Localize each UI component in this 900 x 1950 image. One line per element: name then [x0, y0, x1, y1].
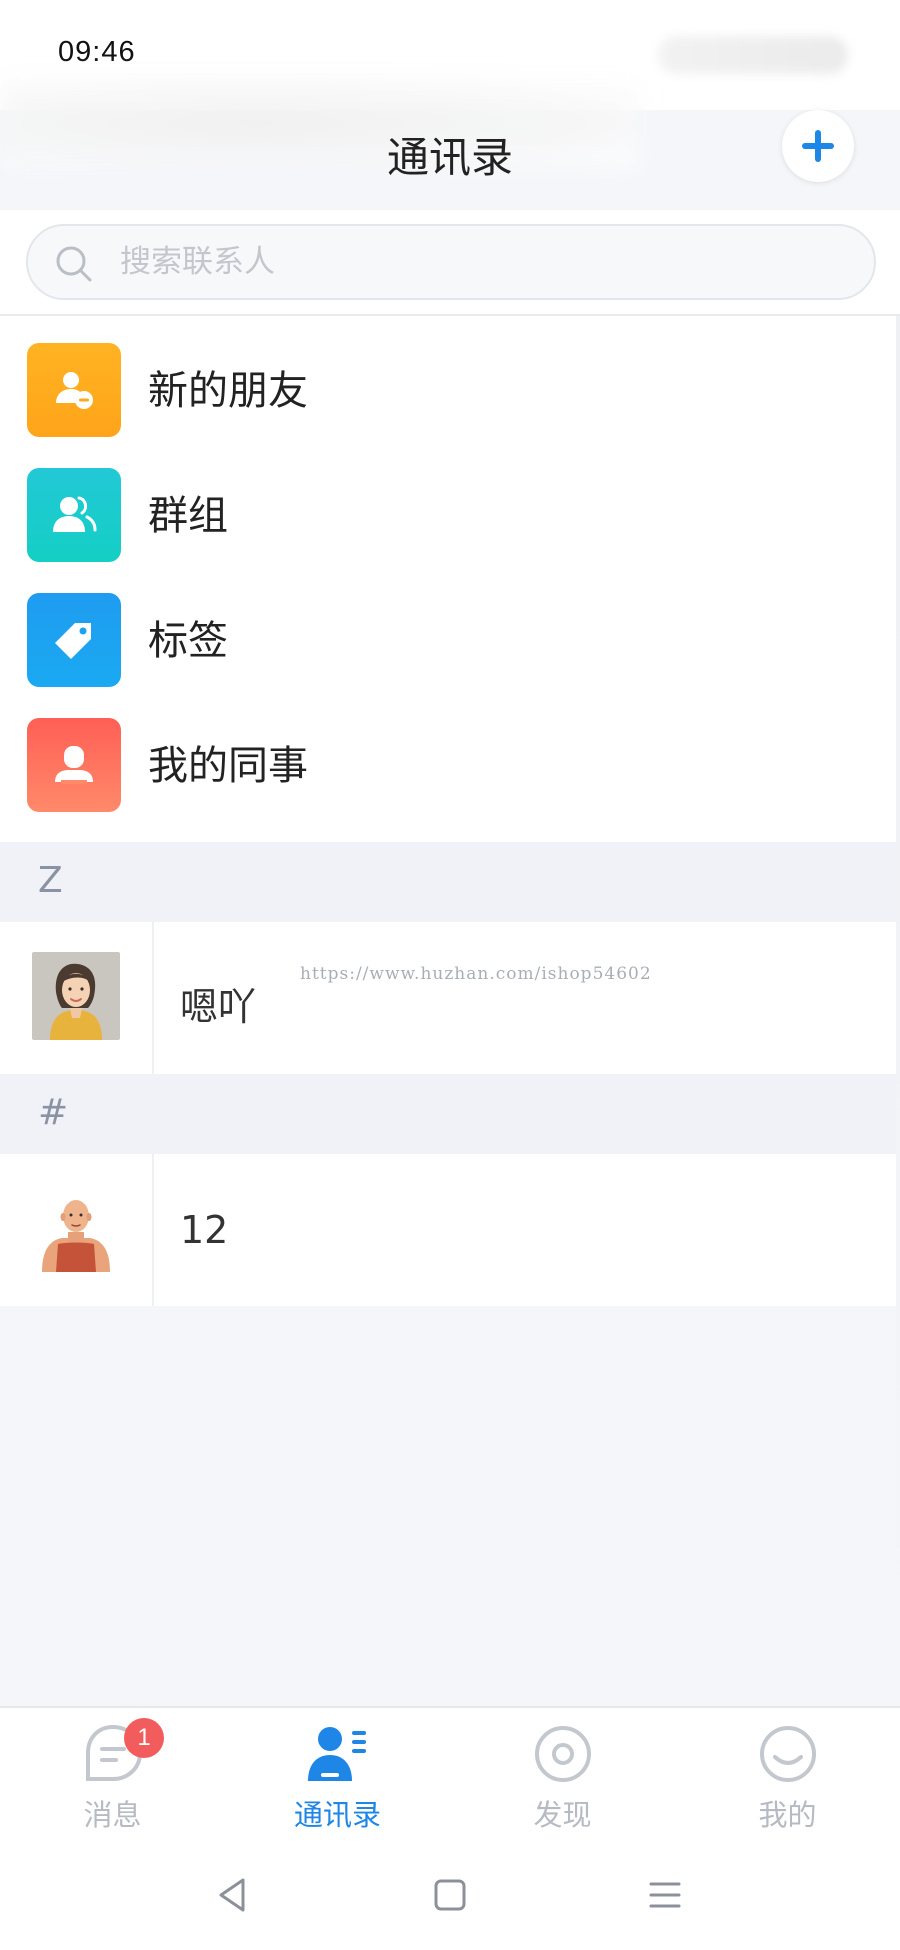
row-divider	[152, 922, 154, 1074]
home-button[interactable]	[425, 1870, 475, 1920]
tab-contacts[interactable]: 通讯录	[225, 1708, 450, 1840]
home-square-icon	[434, 1879, 466, 1911]
plus-icon	[802, 130, 834, 162]
colleague-icon	[27, 718, 121, 812]
man-avatar	[32, 1184, 120, 1272]
menu-lines-icon	[649, 1882, 681, 1908]
contact-name: 嗯吖	[180, 985, 257, 1029]
tag-icon	[27, 593, 121, 687]
watermark-text: https://www.huzhan.com/ishop54602	[300, 964, 652, 984]
tab-label: 通讯录	[293, 1798, 381, 1832]
search-icon	[56, 246, 92, 282]
search-input[interactable]	[120, 226, 840, 298]
menu-item-tags[interactable]: 标签	[0, 566, 900, 691]
menu-label: 我的同事	[148, 743, 308, 789]
section-letter: Z	[38, 860, 63, 901]
back-button[interactable]	[208, 1870, 258, 1920]
new-friend-icon	[27, 343, 121, 437]
section-header-z: Z	[0, 842, 900, 922]
page-title: 通讯录	[386, 133, 513, 182]
recents-button[interactable]	[640, 1870, 690, 1920]
system-nav-bar	[0, 1838, 900, 1950]
contacts-icon	[300, 1722, 376, 1786]
contact-row[interactable]: 嗯吖	[0, 922, 900, 1074]
status-icons-blurred	[658, 36, 848, 74]
menu-item-groups[interactable]: 群组	[0, 441, 900, 566]
add-button[interactable]	[782, 110, 854, 182]
unread-badge: 1	[124, 1718, 164, 1758]
tab-discover[interactable]: 发现	[450, 1708, 675, 1840]
tab-profile[interactable]: 我的	[675, 1708, 900, 1840]
contact-row[interactable]: 12	[0, 1154, 900, 1306]
contact-name: 12	[180, 1208, 229, 1252]
profile-icon	[750, 1722, 826, 1786]
row-divider	[152, 1154, 154, 1306]
search-bar	[0, 210, 900, 316]
menu-label: 新的朋友	[148, 368, 308, 414]
tab-bar: 1 消息 通讯录 发现 我的	[0, 1706, 900, 1838]
menu-item-colleagues[interactable]: 我的同事	[0, 691, 900, 816]
back-triangle-icon	[219, 1878, 245, 1912]
menu-label: 群组	[148, 493, 228, 539]
search-box[interactable]	[26, 224, 876, 300]
tab-messages[interactable]: 1 消息	[0, 1708, 225, 1840]
tab-label: 发现	[533, 1798, 592, 1832]
menu-item-new-friends[interactable]: 新的朋友	[0, 316, 900, 441]
tab-label: 消息	[83, 1798, 142, 1832]
section-letter: #	[38, 1092, 69, 1133]
section-header-hash: #	[0, 1074, 900, 1154]
discover-icon	[525, 1722, 601, 1786]
menu-label: 标签	[148, 618, 228, 664]
group-icon	[27, 468, 121, 562]
tab-label: 我的	[758, 1798, 817, 1832]
contacts-menu: 新的朋友 群组 标签 我的同事	[0, 316, 900, 842]
header: 通讯录	[0, 110, 900, 210]
woman-avatar	[32, 952, 120, 1040]
status-time: 09:46	[58, 36, 136, 68]
scroll-edge	[896, 316, 900, 1706]
